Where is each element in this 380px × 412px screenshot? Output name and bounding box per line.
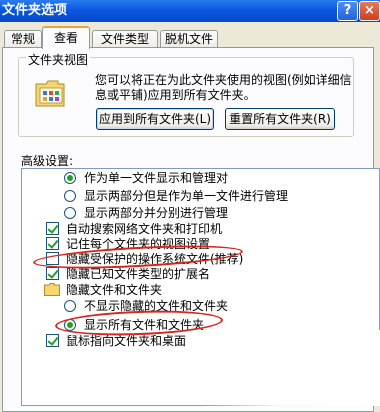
list-item-label: 显示两部分但是作为单一文件进行管理: [84, 189, 289, 203]
tab-strip: 常规 查看 文件类型 脱机文件: [0, 26, 380, 49]
folder-view-icon: [35, 80, 65, 107]
help-button[interactable]: ?: [337, 1, 358, 21]
folder-icon: [44, 283, 60, 296]
list-item-label: 显示两部分并分别进行管理: [84, 206, 229, 220]
radio-button[interactable]: [64, 300, 76, 312]
radio-button[interactable]: [64, 172, 76, 184]
list-item-label: 作为单一文件显示和管理对: [84, 171, 229, 185]
title-bar: 文件夹选项: [0, 0, 380, 22]
radio-button[interactable]: [64, 207, 76, 219]
list-item-label: 隐藏文件和文件夹: [66, 283, 163, 297]
advanced-settings-label: 高级设置:: [21, 154, 74, 168]
checkbox[interactable]: [46, 222, 59, 235]
checkbox[interactable]: [46, 334, 59, 347]
tab-view[interactable]: 查看: [42, 26, 90, 49]
radio-button[interactable]: [64, 190, 76, 202]
list-item-label: 鼠标指向文件夹和桌面: [66, 334, 187, 348]
checkbox[interactable]: [46, 267, 59, 280]
fade-overlay: [200, 330, 380, 406]
list-item-label: 自动搜索网络文件夹和打印机: [66, 222, 223, 236]
folder-view-description: 您可以将正在为此文件夹使用的视图(例如详细信息或平铺)应用到所有文件夹。: [95, 73, 352, 102]
folder-view-group-label: 文件夹视图: [26, 51, 91, 68]
window-title: 文件夹选项: [2, 3, 68, 18]
close-button[interactable]: ×: [359, 1, 380, 21]
checkbox[interactable]: [46, 237, 59, 250]
apply-to-all-folders-button[interactable]: 应用到所有文件夹(L): [96, 108, 214, 130]
reset-all-folders-button[interactable]: 重置所有文件夹(R): [225, 108, 335, 130]
